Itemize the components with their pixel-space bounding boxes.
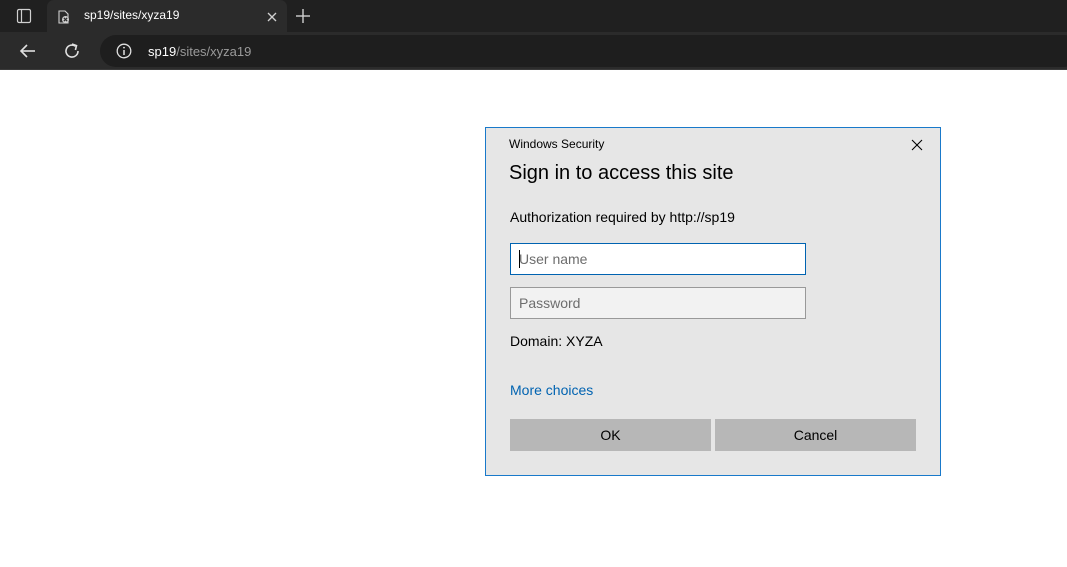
ok-button[interactable]: OK xyxy=(510,419,711,451)
close-icon[interactable] xyxy=(909,137,925,153)
tab-strip: sp19/sites/xyza19 xyxy=(0,0,1067,32)
dialog-caption: Windows Security xyxy=(509,137,605,151)
more-choices-link[interactable]: More choices xyxy=(510,382,593,398)
url-path: /sites/xyza19 xyxy=(176,44,252,59)
username-field[interactable] xyxy=(510,243,806,275)
url-text: sp19/sites/xyza19 xyxy=(148,44,251,59)
browser-toolbar: sp19/sites/xyza19 xyxy=(0,32,1067,70)
address-bar[interactable]: sp19/sites/xyza19 xyxy=(100,35,1067,67)
password-field[interactable] xyxy=(510,287,806,319)
reload-icon[interactable] xyxy=(62,41,82,61)
back-arrow-icon[interactable] xyxy=(18,41,38,61)
domain-label: Domain: XYZA xyxy=(510,333,603,349)
browser-tab[interactable]: sp19/sites/xyza19 xyxy=(47,0,287,32)
tab-title: sp19/sites/xyza19 xyxy=(84,8,180,22)
windows-security-dialog: Windows Security Sign in to access this … xyxy=(485,127,941,476)
text-caret xyxy=(519,250,520,268)
tab-actions-icon[interactable] xyxy=(9,6,39,26)
dialog-title: Sign in to access this site xyxy=(509,162,734,184)
cancel-button[interactable]: Cancel xyxy=(715,419,916,451)
authorization-message: Authorization required by http://sp19 xyxy=(510,209,735,225)
url-host: sp19 xyxy=(148,44,177,59)
new-tab-icon[interactable] xyxy=(294,7,314,25)
close-tab-icon[interactable] xyxy=(265,9,279,23)
document-blocked-icon xyxy=(57,9,71,24)
site-info-icon[interactable] xyxy=(116,43,132,59)
